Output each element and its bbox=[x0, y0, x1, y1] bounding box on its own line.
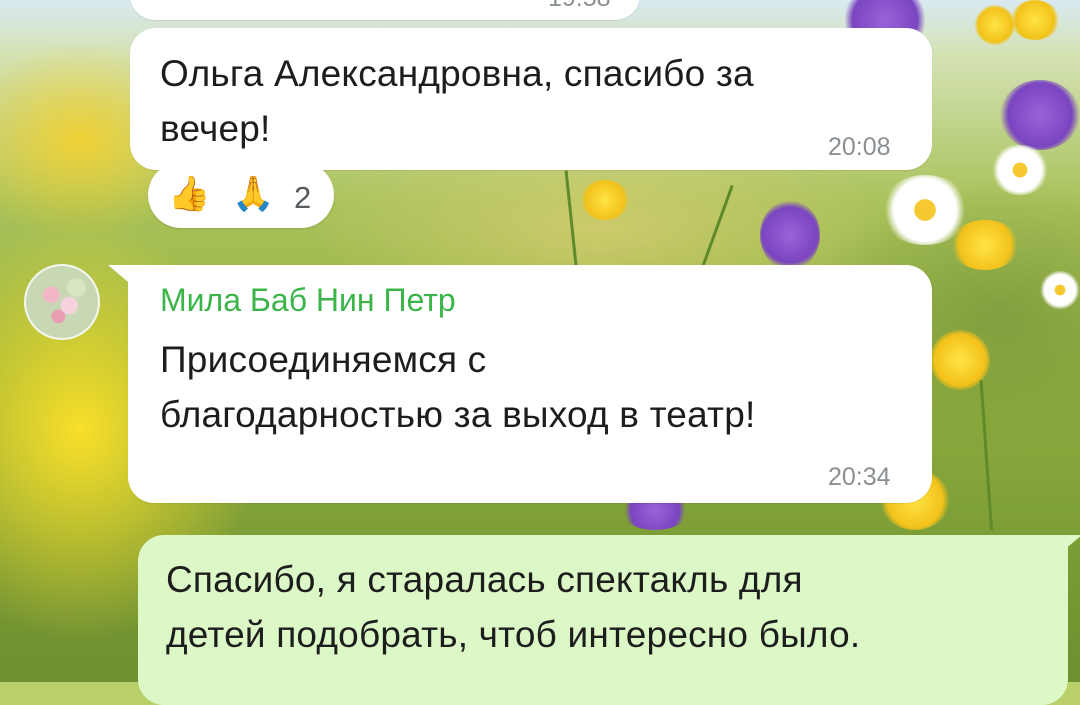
flower-decoration bbox=[975, 5, 1015, 45]
folded-hands-emoji[interactable]: 🙏 bbox=[232, 174, 274, 214]
flower-decoration bbox=[580, 180, 630, 220]
flower-decoration bbox=[880, 175, 970, 245]
message-timestamp: 19:58 bbox=[548, 0, 611, 13]
bubble-tail bbox=[1058, 535, 1080, 555]
flower-decoration bbox=[760, 200, 820, 270]
thumbs-up-emoji[interactable]: 👍 bbox=[168, 174, 210, 214]
message-text-line: Ольга Александровна, спасибо за bbox=[160, 53, 754, 94]
flower-decoration bbox=[1040, 270, 1080, 310]
flower-decoration bbox=[990, 145, 1050, 195]
message-text-line: Присоединяемся с bbox=[160, 339, 487, 380]
message-text-line: вечер! bbox=[160, 108, 271, 149]
stem-decoration bbox=[700, 184, 734, 271]
stem-decoration bbox=[564, 170, 578, 271]
message-text: Спасибо, я старалась спектакль для детей… bbox=[166, 552, 860, 662]
sender-name[interactable]: Мила Баб Нин Петр bbox=[160, 282, 456, 319]
message-text-line: Спасибо, я старалась спектакль для bbox=[166, 559, 803, 600]
avatar-image[interactable] bbox=[24, 264, 100, 340]
flower-decoration bbox=[1010, 0, 1060, 40]
flower-decoration bbox=[1000, 80, 1080, 150]
message-text-line: благодарностью за выход в театр! bbox=[160, 394, 756, 435]
message-timestamp: 20:08 bbox=[828, 133, 891, 161]
message-text: Ольга Александровна, спасибо за вечер! bbox=[160, 46, 754, 156]
stem-decoration bbox=[979, 380, 993, 531]
message-text-line: детей подобрать, чтоб интересно было. bbox=[166, 614, 861, 655]
message-text: Присоединяемся с благодарностью за выход… bbox=[160, 332, 755, 442]
reaction-count: 2 bbox=[294, 180, 312, 215]
message-timestamp: 20:34 bbox=[828, 463, 891, 491]
